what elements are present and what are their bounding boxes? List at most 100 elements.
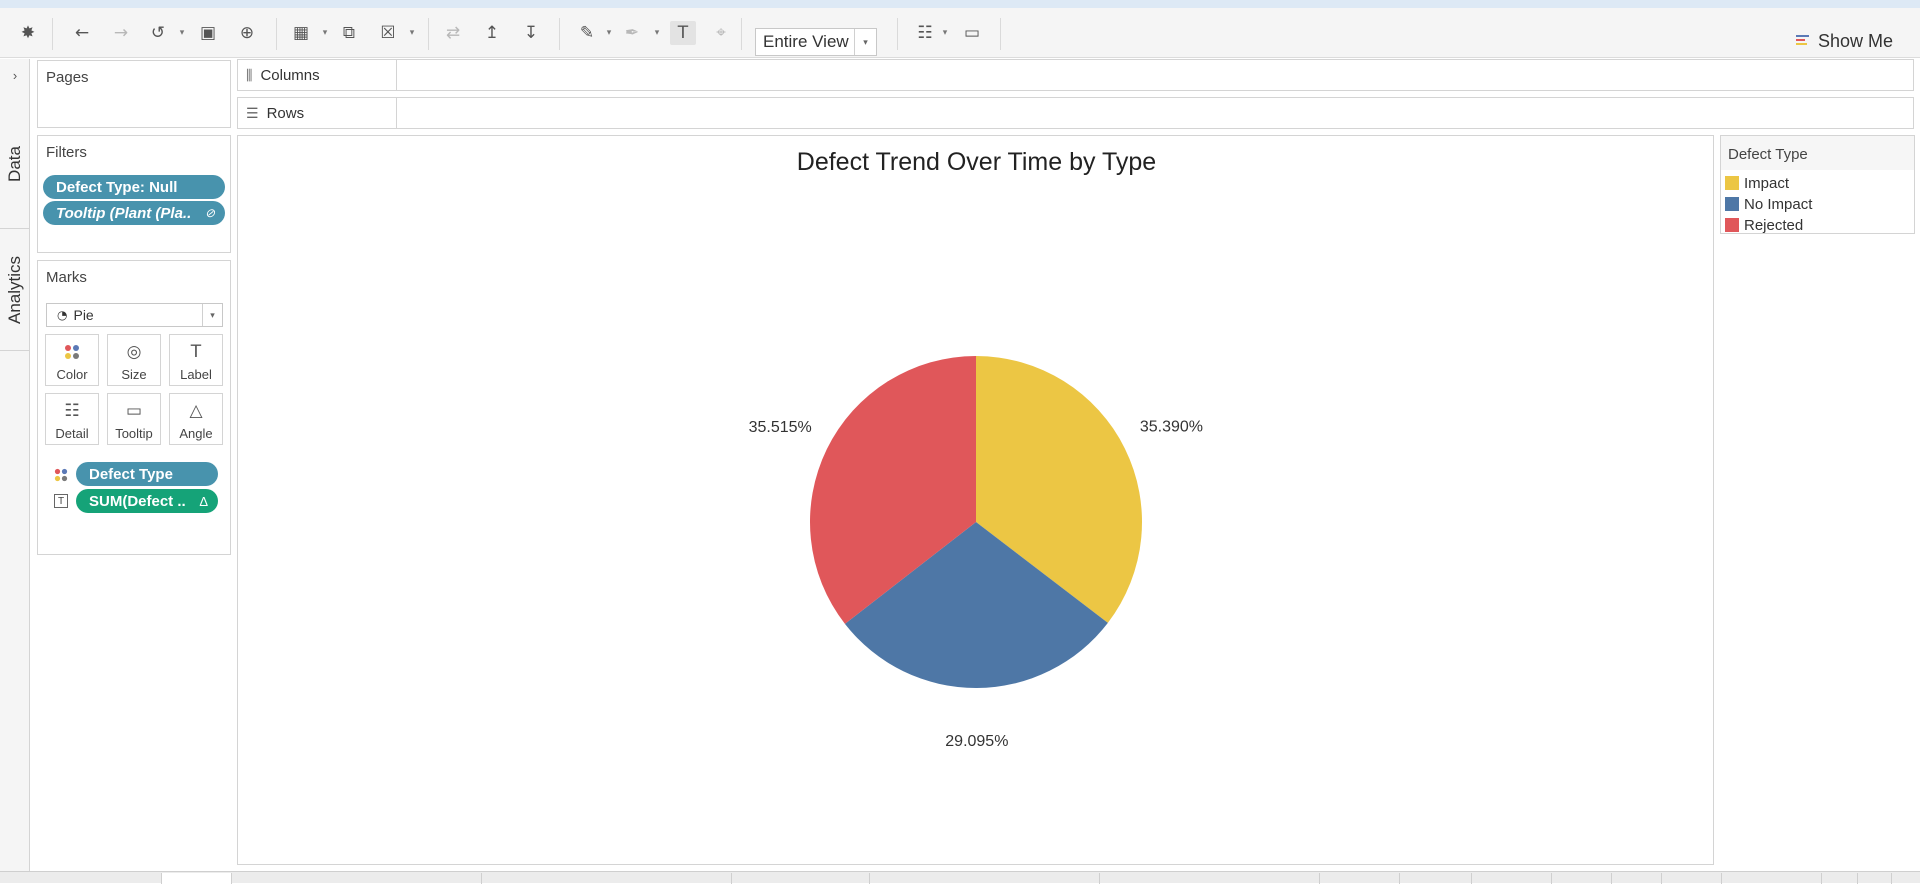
label-button[interactable]: T Label: [169, 334, 223, 386]
angle-label: Angle: [179, 426, 213, 441]
mark-type-dropdown[interactable]: ◔ Pie ▾: [46, 303, 223, 327]
toolbar-separator: [897, 18, 898, 50]
chevron-down-icon[interactable]: ▾: [176, 21, 188, 45]
sheet-tab[interactable]: [1320, 873, 1400, 884]
size-label: Size: [121, 367, 147, 382]
angle-button[interactable]: △ Angle: [169, 393, 223, 445]
pie-slice-label: 29.095%: [945, 733, 1008, 750]
side-tabs: › Data Analytics: [0, 59, 30, 871]
toolbar-separator: [52, 18, 53, 50]
fit-dropdown[interactable]: Entire View ▾: [755, 28, 877, 56]
toolbar-separator: [1000, 18, 1001, 50]
presentation-mode-icon[interactable]: ▭: [959, 21, 985, 45]
chevron-down-icon[interactable]: ▾: [406, 21, 418, 45]
filters-panel[interactable]: Filters Defect Type: Null Tooltip (Plant…: [37, 135, 231, 253]
columns-shelf-label-area: ⫼ Columns: [238, 60, 397, 90]
legend-item[interactable]: No Impact: [1725, 194, 1812, 214]
color-legend[interactable]: Defect Type Impact No Impact Rejected: [1720, 135, 1915, 234]
toolbar: ✸ ← → ↺ ▾ ▣ ⊕ ▦ ▾ ⧉ ☒ ▾ ⇄ ↥ ↧ ✎ ▾ ✒ ▾ T …: [0, 8, 1920, 58]
label-label: Label: [180, 367, 212, 382]
tooltip-button[interactable]: ▭ Tooltip: [107, 393, 161, 445]
columns-shelf-label: Columns: [260, 66, 320, 84]
sort-descending-icon[interactable]: ↧: [518, 21, 544, 45]
color-button[interactable]: Color: [45, 334, 99, 386]
pie-chart[interactable]: 35.390% 29.095% 35.515%: [238, 136, 1713, 864]
sheet-tab[interactable]: [1472, 873, 1552, 884]
label-encoding-icon: T: [54, 494, 68, 508]
filter-pill-tooltip[interactable]: Tooltip (Plant (Pla.. ⊘: [43, 201, 225, 225]
tooltip-label: Tooltip: [115, 426, 153, 441]
sheet-tab[interactable]: [1100, 873, 1320, 884]
color-encoding-icon: [54, 468, 68, 487]
chevron-down-icon[interactable]: ▾: [319, 21, 331, 45]
sheet-tab[interactable]: [482, 873, 732, 884]
legend-item[interactable]: Rejected: [1725, 215, 1803, 235]
show-cards-icon[interactable]: ☷: [912, 21, 938, 45]
clear-sheet-icon[interactable]: ☒: [375, 21, 401, 45]
save-icon[interactable]: ▣: [195, 21, 221, 45]
chevron-down-icon[interactable]: ▾: [939, 21, 951, 45]
chevron-down-icon[interactable]: ▾: [651, 21, 663, 45]
show-me-button[interactable]: Show Me: [1796, 28, 1893, 54]
sheet-tab[interactable]: [162, 873, 232, 884]
sheet-tab[interactable]: [1612, 873, 1662, 884]
sort-ascending-icon[interactable]: ↥: [479, 21, 505, 45]
expand-pane-icon[interactable]: ›: [0, 63, 30, 87]
tableau-logo-icon[interactable]: ✸: [15, 21, 41, 45]
marks-pill-sum-defect[interactable]: SUM(Defect .. Δ: [76, 489, 218, 513]
color-icon: [64, 342, 80, 362]
marks-pill-label: Defect Type: [89, 465, 173, 483]
marks-title: Marks: [46, 269, 87, 286]
chevron-down-icon: ▾: [854, 29, 876, 55]
pages-panel[interactable]: Pages: [37, 60, 231, 128]
marks-pill-defect-type[interactable]: Defect Type: [76, 462, 218, 486]
fit-value: Entire View: [763, 32, 849, 51]
highlight-icon[interactable]: ✎: [574, 21, 600, 45]
sheet-tab[interactable]: [1822, 873, 1858, 884]
rows-shelf[interactable]: ☰ Rows: [237, 97, 1914, 129]
sheet-tab[interactable]: [1552, 873, 1612, 884]
legend-item-label: Rejected: [1744, 216, 1804, 234]
new-data-source-icon[interactable]: ⊕: [234, 21, 260, 45]
size-button[interactable]: ◎ Size: [107, 334, 161, 386]
pie-slice-label: 35.390%: [1140, 418, 1203, 435]
chart-view[interactable]: Defect Trend Over Time by Type 35.390% 29…: [237, 135, 1714, 865]
columns-shelf[interactable]: ⫼ Columns: [237, 59, 1914, 91]
replay-icon[interactable]: ↺: [145, 21, 171, 45]
show-mark-labels-icon[interactable]: T: [670, 21, 696, 45]
sheet-tab[interactable]: [1400, 873, 1472, 884]
label-icon: T: [190, 342, 202, 362]
tab-analytics-label: Analytics: [5, 255, 24, 324]
filter-pill-defect-type[interactable]: Defect Type: Null: [43, 175, 225, 199]
sheet-tab[interactable]: [1662, 873, 1722, 884]
rows-shelf-label-area: ☰ Rows: [238, 98, 397, 128]
new-worksheet-icon[interactable]: ▦: [288, 21, 314, 45]
filters-title: Filters: [46, 144, 87, 161]
window-top-strip: [0, 0, 1920, 8]
redo-icon[interactable]: →: [108, 21, 134, 45]
detail-button[interactable]: ☷ Detail: [45, 393, 99, 445]
sheet-tab[interactable]: [232, 873, 482, 884]
sheet-tab[interactable]: [732, 873, 870, 884]
tooltip-icon: ▭: [125, 401, 143, 421]
delta-icon: Δ: [199, 493, 208, 509]
sheet-tab[interactable]: [1722, 873, 1822, 884]
fix-axes-icon[interactable]: ⌖: [708, 21, 734, 45]
link-icon: ⊘: [204, 206, 215, 220]
group-members-icon[interactable]: ✒: [619, 21, 645, 45]
tab-data[interactable]: Data: [0, 99, 30, 229]
sheet-tab[interactable]: [1858, 873, 1892, 884]
undo-icon[interactable]: ←: [69, 21, 95, 45]
swap-rows-columns-icon[interactable]: ⇄: [440, 21, 466, 45]
marks-panel[interactable]: Marks ◔ Pie ▾ Color ◎ Size T Label ☷ Det…: [37, 260, 231, 555]
columns-icon: ⫼: [246, 66, 253, 83]
marks-pill-label: SUM(Defect ..: [89, 492, 186, 510]
duplicate-sheet-icon[interactable]: ⧉: [336, 21, 362, 45]
tab-analytics[interactable]: Analytics: [0, 229, 30, 351]
rows-shelf-label: Rows: [266, 104, 305, 122]
sheet-tab[interactable]: [0, 873, 162, 884]
toolbar-separator: [559, 18, 560, 50]
legend-item[interactable]: Impact: [1725, 173, 1789, 193]
sheet-tab[interactable]: [870, 873, 1100, 884]
chevron-down-icon[interactable]: ▾: [603, 21, 615, 45]
